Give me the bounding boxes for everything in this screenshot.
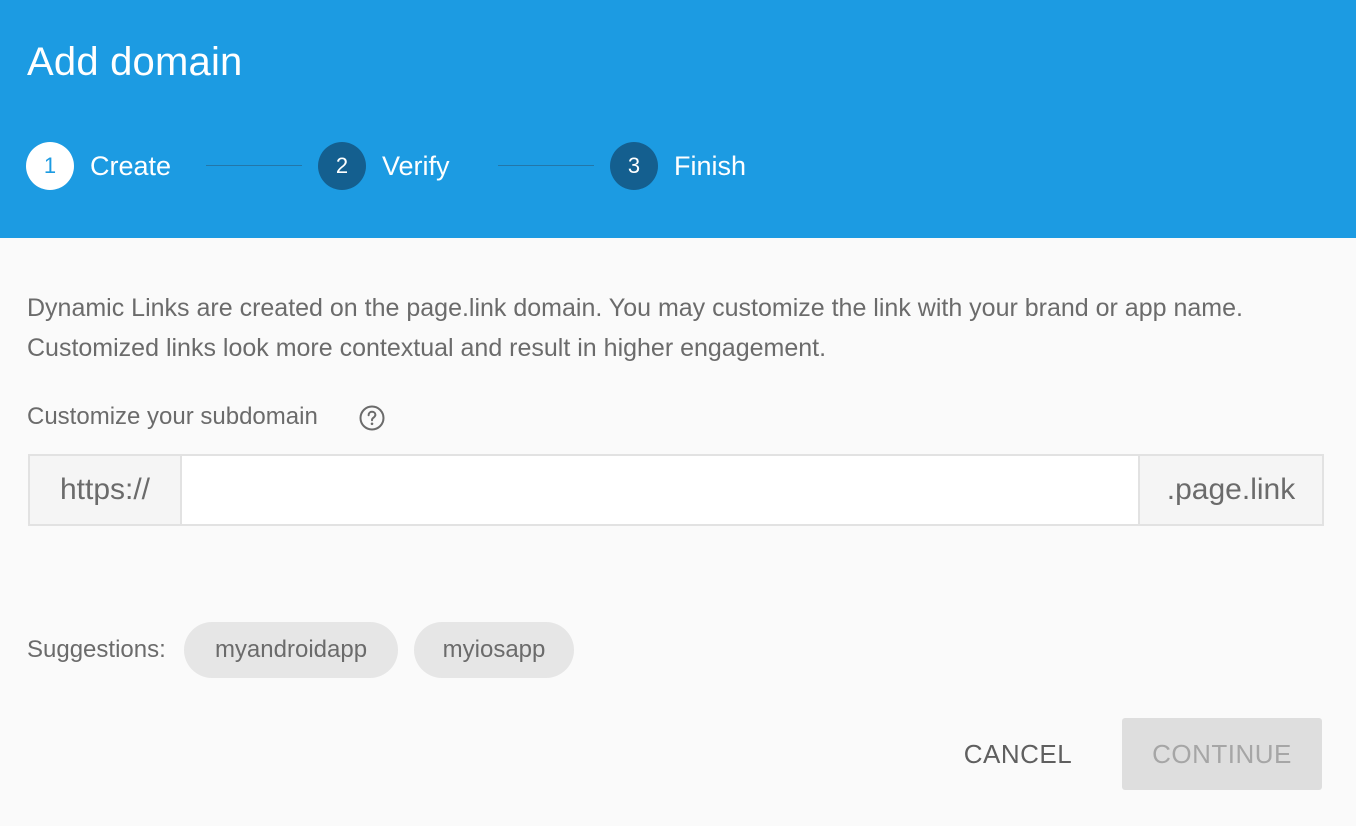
url-prefix: https://	[30, 456, 182, 524]
help-circle-icon[interactable]	[358, 404, 386, 432]
step-finish: 3 Finish	[610, 142, 770, 190]
step-label-create: Create	[90, 151, 172, 181]
dialog-header: Add domain 1 Create 2 Verify 3 Finish	[0, 0, 1356, 238]
stepper: 1 Create 2 Verify 3 Finish	[26, 142, 926, 190]
add-domain-dialog: Add domain 1 Create 2 Verify 3 Finish Dy…	[0, 0, 1356, 826]
step-connector-1	[206, 165, 302, 166]
continue-button[interactable]: CONTINUE	[1122, 718, 1322, 790]
subdomain-input-group: https:// .page.link	[28, 454, 1324, 526]
step-verify: 2 Verify	[318, 142, 478, 190]
step-label-finish: Finish	[674, 151, 747, 181]
step-number-3: 3	[610, 142, 658, 190]
dialog-title: Add domain	[27, 40, 243, 84]
cancel-button[interactable]: CANCEL	[946, 718, 1090, 790]
url-suffix: .page.link	[1138, 456, 1322, 524]
step-connector-2	[498, 165, 594, 166]
description-text: Dynamic Links are created on the page.li…	[27, 294, 1243, 362]
suggestion-chip-myiosapp[interactable]: myiosapp	[414, 622, 574, 678]
suggestions-label: Suggestions:	[27, 636, 166, 663]
step-create: 1 Create	[26, 142, 186, 190]
suggestion-chip-myandroidapp[interactable]: myandroidapp	[184, 622, 398, 678]
subdomain-field-label: Customize your subdomain	[27, 403, 318, 430]
step-label-verify: Verify	[382, 151, 450, 181]
step-number-2: 2	[318, 142, 366, 190]
step-number-1: 1	[26, 142, 74, 190]
subdomain-input[interactable]	[182, 456, 1142, 524]
